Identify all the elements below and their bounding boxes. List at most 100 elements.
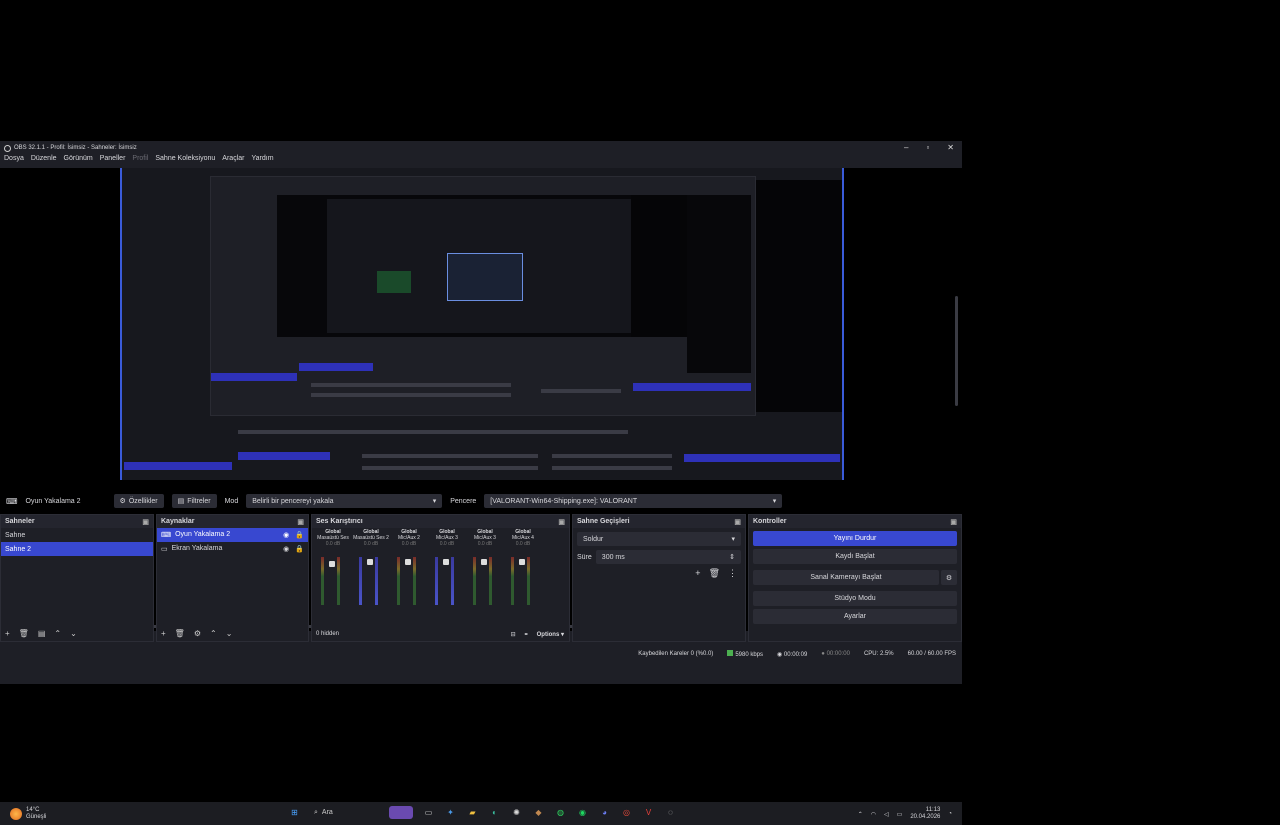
- gear-icon[interactable]: ⚙: [194, 629, 201, 638]
- minimize-button[interactable]: –: [904, 143, 908, 152]
- notification-bell-icon[interactable]: ◔: [948, 811, 952, 817]
- time: 11:13: [925, 807, 941, 813]
- copilot-icon[interactable]: ✦: [444, 806, 457, 819]
- move-up-icon[interactable]: ⌃: [54, 629, 61, 638]
- volume-fader[interactable]: [481, 557, 487, 605]
- task-view-icon[interactable]: ▭: [422, 806, 435, 819]
- volume-fader[interactable]: [519, 557, 525, 605]
- monitor-icon: ▭: [161, 546, 168, 553]
- record-time-value: 00:00:00: [826, 651, 850, 657]
- wifi-icon[interactable]: ◠: [871, 811, 876, 818]
- menu-edit[interactable]: Düzenle: [31, 155, 57, 167]
- window-select[interactable]: [VALORANT-Win64-Shipping.exe]: VALORANT ▾: [484, 494, 783, 508]
- volume-fader[interactable]: [443, 557, 449, 605]
- options-button[interactable]: Options ▾: [537, 631, 564, 638]
- windows-start-icon[interactable]: ⊞: [288, 806, 301, 819]
- spotify-icon[interactable]: ◉: [576, 806, 589, 819]
- duration-input[interactable]: 300 ms ⇕: [595, 550, 741, 564]
- move-up-icon[interactable]: ⌃: [210, 629, 217, 638]
- menu-tools[interactable]: Araçlar: [222, 155, 244, 167]
- scene-item[interactable]: Sahne: [1, 528, 153, 542]
- link-icon[interactable]: ⚭: [524, 631, 529, 638]
- search-box[interactable]: ⌕ Ara: [310, 805, 380, 820]
- start-virtual-camera-button[interactable]: Sanal Kamerayı Başlat: [753, 570, 939, 585]
- chrome-icon[interactable]: ◎: [620, 806, 633, 819]
- preview-canvas[interactable]: [120, 168, 844, 480]
- volume-fader[interactable]: [405, 557, 411, 605]
- clock[interactable]: 11:13 20.04.2026: [910, 807, 940, 821]
- date: 20.04.2026: [910, 814, 941, 820]
- stop-streaming-button[interactable]: Yayını Durdur: [753, 531, 957, 546]
- start-recording-button[interactable]: Kaydı Başlat: [753, 549, 957, 564]
- channel-db: 0.0 dB: [477, 541, 493, 547]
- temperature: 14°C: [26, 806, 40, 813]
- volume-fader[interactable]: [329, 557, 335, 605]
- volume-fader[interactable]: [367, 557, 373, 605]
- add-icon[interactable]: +: [5, 629, 10, 638]
- properties-button[interactable]: ⚙ Özellikler: [113, 494, 164, 508]
- dropped-frames: Kaybedilen Kareler 0 (%0.0): [638, 651, 714, 657]
- menu-view[interactable]: Görünüm: [64, 155, 93, 167]
- valorant-icon[interactable]: V: [642, 806, 655, 819]
- filters-button[interactable]: ▤ Filtreler: [171, 494, 217, 508]
- maximize-button[interactable]: ▫: [926, 143, 929, 152]
- transition-select[interactable]: Soldur ▾: [577, 532, 741, 546]
- source-item[interactable]: ▭ Ekran Yakalama ◉ 🔒: [157, 542, 308, 556]
- sun-icon: [10, 807, 22, 820]
- chevron-up-icon[interactable]: ⌃: [858, 811, 863, 818]
- studio-mode-button[interactable]: Stüdyo Modu: [753, 591, 957, 606]
- add-icon[interactable]: +: [161, 629, 166, 638]
- close-button[interactable]: ✕: [947, 143, 954, 152]
- scene-transitions-dock: Sahne Geçişleri ▣ Soldur ▾ Süre 300 ms ⇕ + …: [572, 514, 746, 642]
- stream-time-value: 00:00:09: [783, 651, 808, 658]
- mode-select[interactable]: Belirli bir pencereyi yakala ▾: [246, 494, 443, 508]
- app-icon[interactable]: ◆: [532, 806, 545, 819]
- dock-float-icon[interactable]: ▣: [297, 518, 304, 526]
- discord-icon[interactable]: ◕: [598, 806, 611, 819]
- dock-float-icon[interactable]: ▣: [950, 518, 957, 526]
- lock-icon[interactable]: 🔒: [295, 531, 304, 539]
- menu-scene-collection[interactable]: Sahne Koleksiyonu: [155, 155, 215, 167]
- settings-button[interactable]: Ayarlar: [753, 609, 957, 624]
- move-down-icon[interactable]: ⌄: [70, 629, 77, 638]
- cpu-usage: CPU: 2.5%: [863, 651, 894, 657]
- menu-file[interactable]: Dosya: [4, 155, 24, 167]
- filters-label: Filtreler: [187, 497, 211, 505]
- dock-float-icon[interactable]: ▣: [142, 518, 149, 526]
- obs-taskbar-icon[interactable]: ◌: [664, 806, 677, 819]
- preview-vertical-scrollbar[interactable]: [955, 296, 958, 406]
- menu-profile[interactable]: Profil: [132, 155, 148, 167]
- scene-item-selected[interactable]: Sahne 2: [1, 542, 153, 556]
- move-down-icon[interactable]: ⌄: [226, 629, 233, 638]
- speaker-icon[interactable]: ◁: [884, 811, 889, 818]
- source-item-selected[interactable]: ⌨ Oyun Yakalama 2 ◉ 🔒: [157, 528, 308, 542]
- more-icon[interactable]: ⋮: [728, 568, 737, 579]
- mixer-title: Ses Karıştırıcı: [316, 518, 363, 525]
- file-explorer-icon[interactable]: ▰: [466, 806, 479, 819]
- eye-icon[interactable]: ◉: [283, 531, 289, 539]
- channel-db: 0.0 dB: [363, 541, 379, 547]
- lock-icon[interactable]: 🔒: [295, 545, 304, 553]
- window-label: Pencere: [450, 497, 477, 505]
- chatgpt-icon[interactable]: ✺: [510, 806, 523, 819]
- mixer-channel: Global Mic/Aux 3 0.0 dB: [466, 529, 504, 624]
- virtual-camera-settings-icon[interactable]: ⚙: [941, 570, 957, 585]
- eye-icon[interactable]: ◉: [283, 545, 289, 553]
- trash-icon[interactable]: 🗑: [175, 629, 185, 638]
- trash-icon[interactable]: 🗑: [709, 568, 720, 579]
- dock-float-icon[interactable]: ▣: [558, 518, 565, 526]
- stepper-icon[interactable]: ⇕: [729, 553, 735, 561]
- menu-docks[interactable]: Paneller: [100, 155, 126, 167]
- menu-help[interactable]: Yardım: [251, 155, 273, 167]
- filter-icon: ▤: [177, 498, 185, 505]
- add-icon[interactable]: +: [695, 568, 700, 579]
- filter-icon[interactable]: ▤: [38, 629, 46, 638]
- weather-widget[interactable]: 14°C Güneşli: [0, 807, 46, 821]
- edge-icon[interactable]: ◐: [488, 806, 501, 819]
- layout-icon[interactable]: ⊟: [511, 631, 516, 638]
- whatsapp-icon[interactable]: ◍: [554, 806, 567, 819]
- dock-float-icon[interactable]: ▣: [734, 518, 741, 526]
- widgets-icon[interactable]: [389, 806, 413, 819]
- trash-icon[interactable]: 🗑: [19, 629, 29, 638]
- battery-icon[interactable]: ▭: [897, 811, 903, 818]
